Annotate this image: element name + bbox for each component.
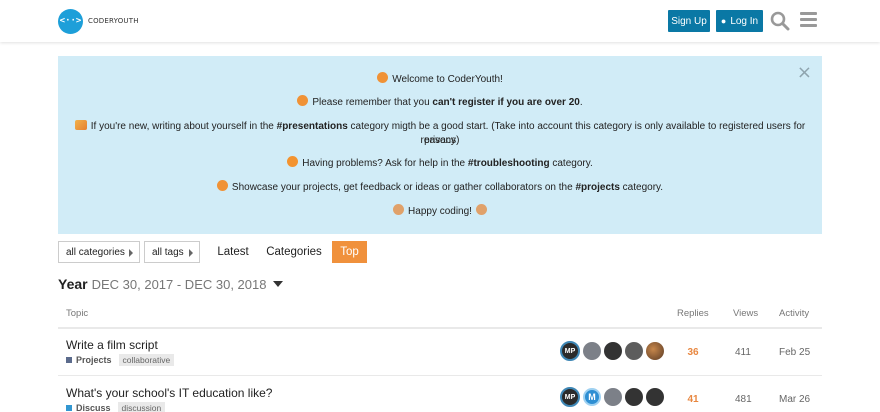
logo-text: CODERYOUTH (88, 17, 139, 25)
topic-meta: Discuss discussion (66, 402, 166, 412)
banner-new-text: If you're new, writing about yourself in… (90, 121, 277, 132)
welcome-banner: × Welcome to CoderYouth! Please remember… (58, 56, 822, 234)
banner-showcase-text: Showcase your projects, get feedback or … (231, 182, 576, 193)
logo-icon: <··> (58, 8, 83, 34)
banner-rule-bold: can't register if you are over 20 (432, 97, 580, 108)
period-label: Year (58, 276, 88, 292)
banner-help-line: Having problems? Ask for help in the #tr… (58, 156, 822, 171)
banner-rule-end: . (579, 97, 583, 108)
banner-new-line-2: reasons) (420, 135, 460, 146)
view-count: 481 (735, 394, 752, 405)
avatar[interactable] (625, 342, 643, 360)
site-logo[interactable]: <··> CODERYOUTH (58, 8, 139, 34)
view-count: 411 (735, 347, 751, 358)
caret-right-icon (129, 249, 133, 257)
projects-link[interactable]: #projects (575, 182, 619, 193)
column-header-views[interactable]: Views (733, 308, 758, 319)
tags-dropdown[interactable]: all tags (144, 241, 200, 263)
wave-emoji-icon (377, 72, 389, 83)
robot-emoji-icon (287, 156, 299, 167)
avatar[interactable]: MP (560, 341, 580, 361)
nav-categories[interactable]: Categories (262, 241, 326, 263)
presentations-link[interactable]: #presentations (277, 121, 348, 132)
categories-dropdown[interactable]: all categories (58, 241, 140, 263)
banner-rule-text: Please remember that you (312, 97, 433, 108)
topic-title[interactable]: Write a film script (66, 338, 158, 352)
banner-showcase-line: Showcase your projects, get feedback or … (58, 180, 822, 195)
categories-dropdown-label: all categories (66, 246, 125, 258)
pencil-emoji-icon (74, 120, 87, 130)
topic-meta: Projects collaborative (66, 354, 175, 366)
category-link[interactable]: Discuss (76, 403, 111, 412)
banner-showcase-text-end: category. (619, 182, 664, 193)
avatar[interactable] (604, 342, 622, 360)
nav-top[interactable]: Top (332, 241, 367, 263)
coder-emoji-icon (393, 204, 405, 215)
coder-emoji-icon (475, 204, 487, 215)
reply-count[interactable]: 36 (687, 347, 699, 358)
sign-up-button[interactable]: Sign Up (668, 10, 710, 32)
tags-dropdown-label: all tags (152, 246, 184, 258)
user-icon: ● (720, 16, 727, 26)
banner-welcome-line: Welcome to CoderYouth! (58, 72, 822, 87)
avatar[interactable] (604, 388, 622, 406)
banner-help-text: Having problems? Ask for help in the (302, 158, 468, 169)
period-range: DEC 30, 2017 - DEC 30, 2018 (91, 276, 267, 292)
activity-date[interactable]: Feb 25 (779, 347, 810, 358)
poster-avatars: MP (560, 341, 667, 361)
site-header: <··> CODERYOUTH Sign Up ● Log In (0, 0, 880, 42)
avatar[interactable] (625, 388, 643, 406)
table-row: What's your school's IT education like? … (58, 376, 822, 412)
hamburger-menu-icon[interactable] (800, 12, 817, 28)
nav-latest[interactable]: Latest (210, 241, 256, 263)
banner-happy-text: Happy coding! (408, 206, 472, 217)
column-header-replies[interactable]: Replies (677, 308, 709, 319)
troubleshooting-link[interactable]: #troubleshooting (468, 158, 550, 169)
period-selector[interactable]: Year DEC 30, 2017 - DEC 30, 2018 (58, 276, 284, 292)
banner-welcome-text: Welcome to CoderYouth! (392, 74, 503, 85)
banner-happy-line: Happy coding! (58, 204, 822, 219)
banner-rule-line: Please remember that you can't register … (58, 95, 822, 110)
sunglasses-emoji-icon (216, 180, 228, 191)
notice-emoji-icon (297, 95, 309, 106)
search-icon[interactable] (770, 11, 790, 31)
category-badge-icon (66, 405, 72, 411)
caret-down-icon (273, 281, 284, 287)
banner-help-text-end: category. (549, 158, 593, 169)
reply-count[interactable]: 41 (687, 394, 699, 405)
category-link[interactable]: Projects (76, 355, 112, 365)
log-in-label: Log In (730, 15, 759, 27)
log-in-button[interactable]: ● Log In (716, 10, 763, 32)
avatar[interactable] (646, 388, 664, 406)
category-badge-icon (66, 357, 72, 363)
topic-title[interactable]: What's your school's IT education like? (66, 386, 272, 400)
tag-link[interactable]: collaborative (118, 354, 175, 366)
avatar[interactable] (646, 342, 664, 360)
activity-date[interactable]: Mar 26 (779, 394, 810, 405)
caret-right-icon (189, 249, 193, 257)
table-row: Write a film script Projects collaborati… (58, 329, 822, 376)
column-header-topic: Topic (66, 308, 89, 319)
poster-avatars: MP M (560, 387, 667, 407)
avatar[interactable] (583, 342, 601, 360)
avatar[interactable]: M (583, 388, 601, 406)
column-header-activity[interactable]: Activity (779, 308, 809, 319)
avatar[interactable]: MP (560, 387, 580, 407)
tag-link[interactable]: discussion (117, 402, 166, 412)
